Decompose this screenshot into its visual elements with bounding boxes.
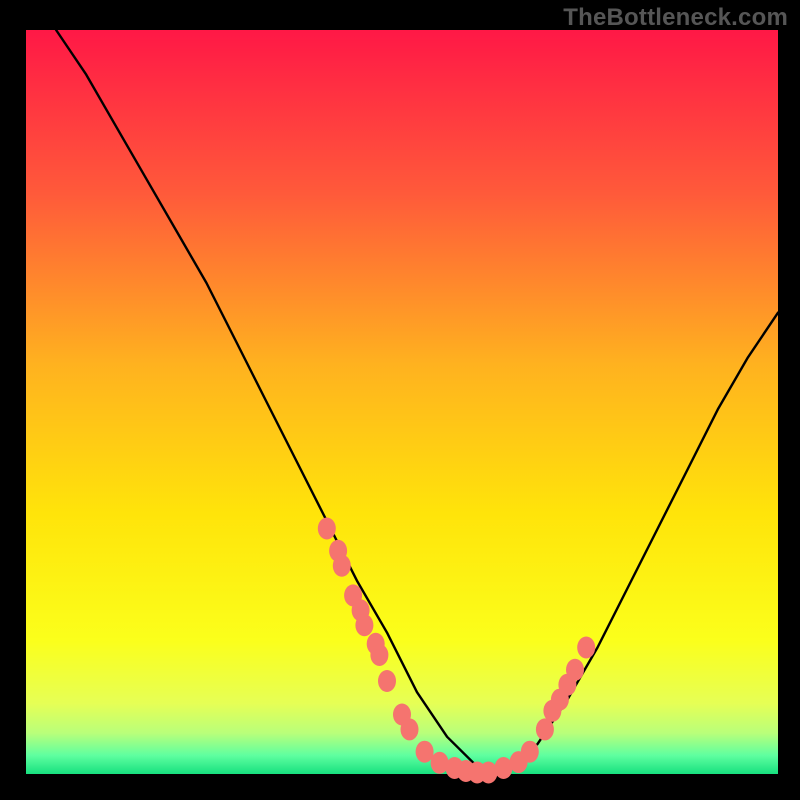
watermark-text: TheBottleneck.com — [563, 4, 788, 32]
bottleneck-plot — [0, 0, 800, 800]
chart-stage: TheBottleneck.com — [0, 0, 800, 800]
